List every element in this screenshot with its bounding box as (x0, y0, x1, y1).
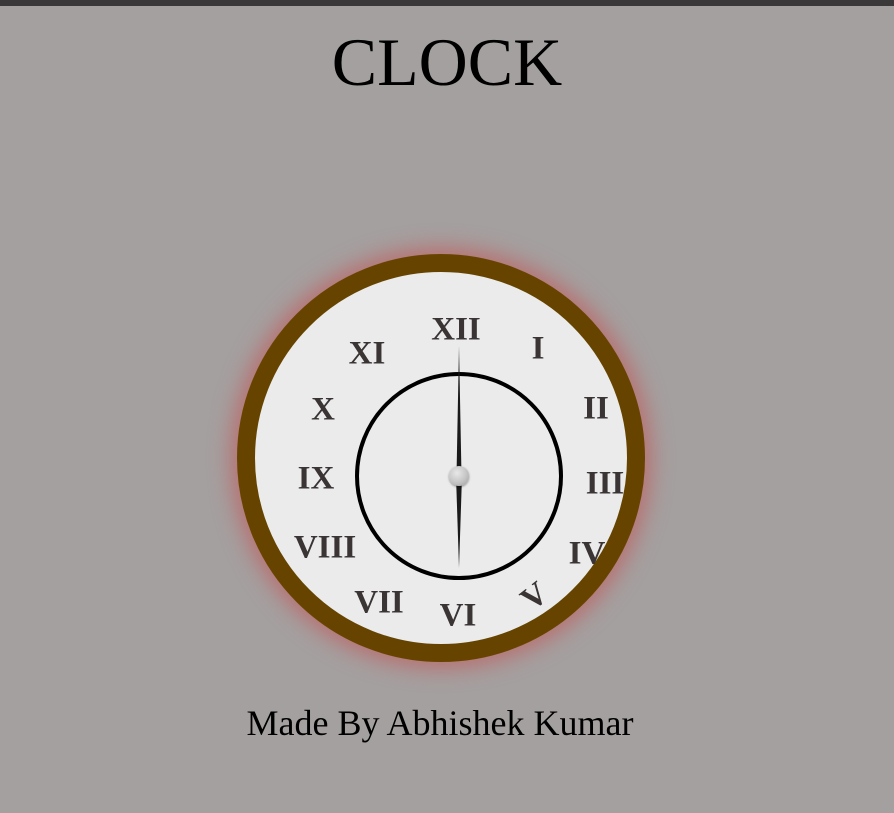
browser-top-bar (0, 0, 894, 6)
numeral-2: II (583, 390, 609, 427)
numeral-7: VII (354, 584, 404, 621)
footer-credit: Made By Abhishek Kumar (246, 703, 634, 743)
numeral-10: X (311, 391, 335, 428)
page-title: CLOCK (331, 24, 563, 100)
numeral-12: XII (431, 311, 481, 348)
numeral-4: IV (568, 535, 606, 572)
center-pivot (449, 466, 469, 486)
numeral-5: V (514, 575, 556, 619)
numeral-9: IX (297, 460, 335, 497)
numeral-8: VIII (293, 529, 357, 566)
numeral-3: III (585, 465, 625, 502)
numeral-1: I (531, 330, 545, 367)
numeral-11: XI (348, 335, 386, 372)
numeral-6: VI (439, 597, 477, 634)
analog-clock: XII I II III IV V VI VII VIII IX X XI (237, 254, 645, 662)
